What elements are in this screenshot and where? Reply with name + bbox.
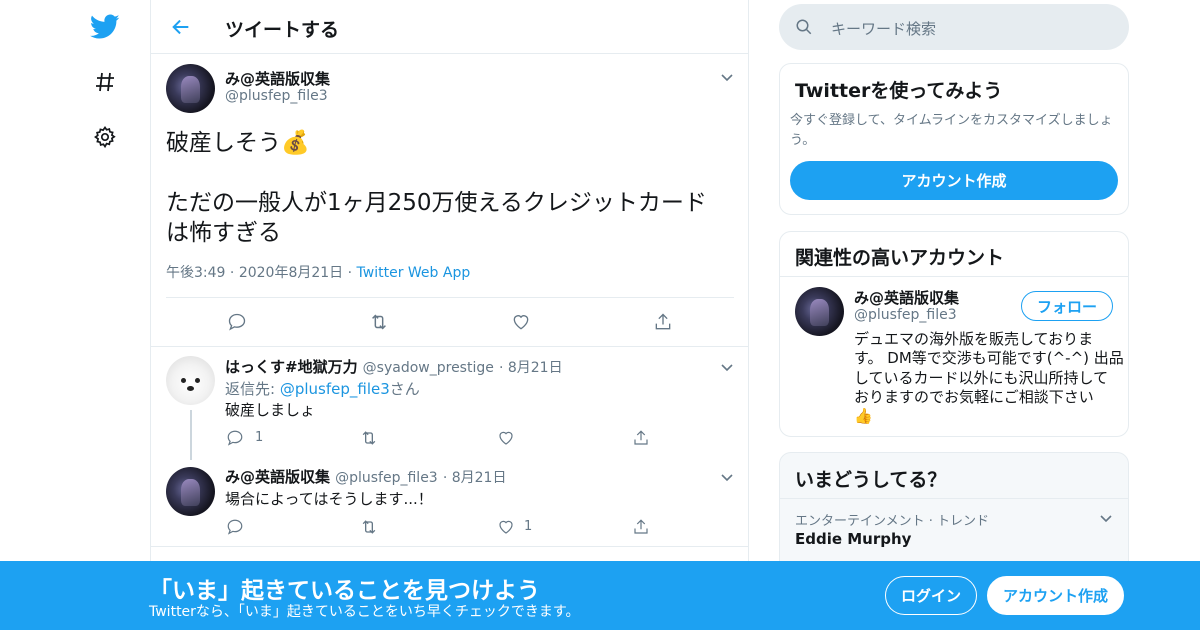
dot-separator: · xyxy=(498,360,508,376)
main-column: ツイートする み@英語版収集 @plusfep_file3 破産しそう💰 ただの… xyxy=(150,0,749,630)
back-arrow-icon[interactable] xyxy=(167,13,195,41)
author-handle[interactable]: @syadow_prestige xyxy=(363,360,494,376)
dot-separator: · xyxy=(347,265,357,281)
reply-to: 返信先: @plusfep_file3さん xyxy=(225,378,420,399)
signup-title: Twitterを使ってみよう xyxy=(795,80,1003,102)
tweet-text-line: 破産しそう💰 xyxy=(166,130,310,156)
thread-line xyxy=(190,410,192,460)
reply-icon[interactable] xyxy=(225,310,249,334)
page-title: ツイートする xyxy=(225,19,340,41)
reply-to-link[interactable]: @plusfep_file3 xyxy=(280,380,390,398)
trend-category: エンターテインメント · トレンド xyxy=(795,514,990,529)
banner-title: 「いま」起きていることを見つけよう xyxy=(149,578,540,604)
trends-title: いまどうしてる？ xyxy=(795,469,947,491)
search-placeholder: キーワード検索 xyxy=(831,20,937,38)
heart-icon[interactable] xyxy=(509,310,533,334)
divider xyxy=(151,346,749,347)
reply-icon[interactable] xyxy=(223,515,247,539)
signup-desc: う。 xyxy=(790,133,816,148)
share-icon[interactable] xyxy=(629,426,653,450)
dot-separator: · xyxy=(229,265,239,281)
retweet-icon[interactable] xyxy=(357,515,381,539)
reply-count: 1 xyxy=(255,430,264,445)
account-bio: しているカード以外にも沢山所持して xyxy=(854,369,1109,387)
create-account-button[interactable]: アカウント作成 xyxy=(987,576,1124,615)
account-name[interactable]: み@英語版収集 xyxy=(854,287,959,308)
tweet-date[interactable]: 8月21日 xyxy=(508,360,563,376)
dot-separator: · xyxy=(442,470,452,486)
tweet-meta: 午後3:49 · 2020年8月21日 · Twitter Web App xyxy=(166,262,470,282)
search-input[interactable]: キーワード検索 xyxy=(779,4,1129,50)
avatar[interactable] xyxy=(166,356,215,405)
divider xyxy=(151,546,749,547)
tweet-text-line: は怖すぎる xyxy=(166,220,281,246)
reply-header: み@英語版収集 @plusfep_file3 · 8月21日 xyxy=(225,466,506,487)
author-name[interactable]: み@英語版収集 xyxy=(225,68,330,89)
like-count: 1 xyxy=(524,519,533,534)
tweet-text-line: ただの一般人が1ヶ月250万使えるクレジットカード xyxy=(166,190,707,216)
account-bio: おりますのでお気軽にご相談下さい xyxy=(854,388,1094,406)
reply-to-suffix: さん xyxy=(389,380,420,398)
reply-to-prefix: 返信先: xyxy=(225,380,280,398)
retweet-icon[interactable] xyxy=(367,310,391,334)
chevron-down-icon[interactable] xyxy=(1098,510,1114,526)
account-bio: デュエマの海外版を販売しておりま xyxy=(854,330,1094,348)
signup-desc: 今すぐ登録して、タイムラインをカスタマイズしましょ xyxy=(790,113,1113,128)
chevron-down-icon[interactable] xyxy=(719,469,735,485)
author-name[interactable]: み@英語版収集 xyxy=(225,468,330,486)
follow-button[interactable]: フォロー xyxy=(1021,291,1113,321)
share-icon[interactable] xyxy=(651,310,675,334)
search-icon xyxy=(796,19,812,35)
tweet-date[interactable]: 8月21日 xyxy=(452,470,507,486)
tweet-time[interactable]: 午後3:49 xyxy=(166,265,225,281)
create-account-button[interactable]: アカウント作成 xyxy=(790,161,1118,200)
divider xyxy=(166,297,734,298)
heart-icon[interactable] xyxy=(494,426,518,450)
signup-banner: 「いま」起きていることを見つけよう Twitterなら、「いま」起きていることを… xyxy=(0,561,1200,630)
chevron-down-icon[interactable] xyxy=(719,69,735,85)
retweet-icon[interactable] xyxy=(357,426,381,450)
settings-gear-icon[interactable] xyxy=(88,120,122,154)
reply-text: 破産しましょ xyxy=(225,401,316,419)
heart-icon[interactable] xyxy=(494,515,518,539)
login-button[interactable]: ログイン xyxy=(885,576,977,615)
avatar[interactable] xyxy=(166,467,215,516)
related-title: 関連性の高いアカウント xyxy=(795,247,1005,269)
reply-header: はっくす#地獄万力 @syadow_prestige · 8月21日 xyxy=(225,356,563,377)
divider xyxy=(780,498,1128,499)
avatar[interactable] xyxy=(795,287,844,336)
reply-icon[interactable] xyxy=(223,426,247,450)
account-handle[interactable]: @plusfep_file3 xyxy=(854,307,957,323)
related-accounts-card: 関連性の高いアカウント み@英語版収集 @plusfep_file3 フォロー … xyxy=(779,231,1129,437)
author-handle[interactable]: @plusfep_file3 xyxy=(225,88,328,104)
chevron-down-icon[interactable] xyxy=(719,359,735,375)
twitter-bird-icon[interactable] xyxy=(88,10,122,44)
author-handle[interactable]: @plusfep_file3 xyxy=(335,470,438,486)
tweet-date[interactable]: 2020年8月21日 xyxy=(239,265,343,281)
banner-subtitle: Twitterなら、「いま」起きていることをいち早くチェックできます。 xyxy=(149,604,580,620)
tweet-source-link[interactable]: Twitter Web App xyxy=(357,265,471,281)
avatar[interactable] xyxy=(166,64,215,113)
author-name[interactable]: はっくす#地獄万力 xyxy=(225,358,358,376)
signup-card: Twitterを使ってみよう 今すぐ登録して、タイムラインをカスタマイズしましょ… xyxy=(779,63,1129,215)
divider xyxy=(780,276,1128,277)
account-bio: 👍 xyxy=(854,407,873,425)
account-bio: す。 DM等で交渉も可能です(^-^) 出品 xyxy=(854,349,1124,367)
trend-topic[interactable]: Eddie Murphy xyxy=(795,530,911,548)
share-icon[interactable] xyxy=(629,515,653,539)
explore-hashtag-icon[interactable] xyxy=(88,65,122,99)
reply-text: 場合によってはそうします...！ xyxy=(225,490,433,508)
page-header: ツイートする xyxy=(151,0,749,54)
left-nav xyxy=(0,0,150,630)
